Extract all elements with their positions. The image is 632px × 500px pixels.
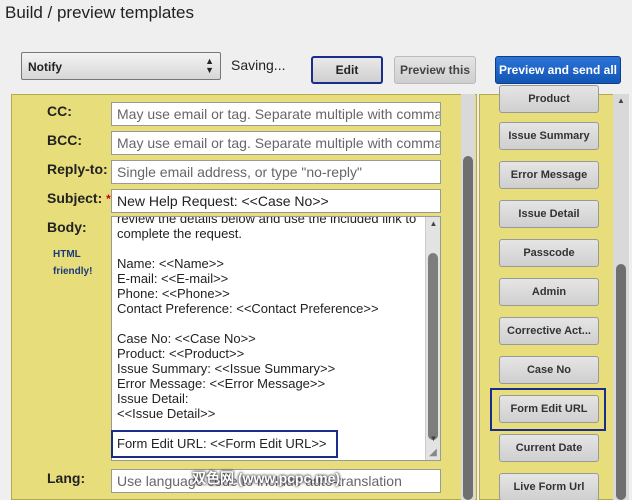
lang-label: Lang:: [47, 470, 86, 486]
body-scroll-thumb[interactable]: [428, 253, 438, 440]
merge-field-button-error-message[interactable]: Error Message: [499, 161, 599, 189]
merge-field-button-case-no[interactable]: Case No: [499, 356, 599, 384]
body-line: E-mail: <<E-mail>>: [117, 271, 229, 286]
body-textarea[interactable]: review the details below and use the inc…: [111, 216, 441, 461]
merge-field-button-current-date[interactable]: Current Date: [499, 434, 599, 462]
body-line: Error Message: <<Error Message>>: [117, 376, 326, 391]
side-scroll-thumb[interactable]: [616, 264, 626, 500]
preview-this-button[interactable]: Preview this: [394, 56, 476, 84]
bcc-label: BCC:: [47, 132, 82, 148]
merge-field-button-corrective-act[interactable]: Corrective Act...: [499, 317, 599, 345]
body-scrollbar[interactable]: ▲ ▼: [425, 217, 440, 460]
body-line: Product: <<Product>>: [117, 346, 245, 361]
body-line: Phone: <<Phone>>: [117, 286, 230, 301]
body-line: Case No: <<Case No>>: [117, 331, 256, 346]
watermark: 双色网 (www.pcpc.me): [192, 470, 341, 486]
subject-label: Subject: *: [47, 190, 111, 206]
bcc-input[interactable]: May use email or tag. Separate multiple …: [111, 131, 441, 155]
merge-field-button-passcode[interactable]: Passcode: [499, 239, 599, 267]
body-line: [117, 241, 425, 256]
body-line: Issue Summary: <<Issue Summary>>: [117, 361, 336, 376]
body-line: <<Issue Detail>>: [117, 406, 216, 421]
subject-input[interactable]: New Help Request: <<Case No>>: [111, 189, 441, 213]
resize-grip-icon[interactable]: ◢: [427, 447, 439, 459]
preview-and-send-all-button[interactable]: Preview and send all: [495, 56, 621, 84]
reply-to-input[interactable]: Single email address, or type "no-reply": [111, 160, 441, 184]
body-line: complete the request.: [117, 226, 243, 241]
body-line: Form Edit URL: <<Form Edit URL>>: [117, 436, 327, 451]
body-line: [117, 316, 425, 331]
saving-status: Saving...: [231, 57, 286, 73]
body-line: [117, 421, 425, 436]
merge-field-button-form-edit-url[interactable]: Form Edit URL: [499, 395, 599, 423]
merge-field-button-issue-summary[interactable]: Issue Summary: [499, 122, 599, 150]
side-scrollbar[interactable]: ▲: [613, 94, 629, 500]
body-line: Name: <<Name>>: [117, 256, 224, 271]
body-line: review the details below and use the inc…: [117, 216, 417, 226]
merge-field-button-admin[interactable]: Admin: [499, 278, 599, 306]
edit-button[interactable]: Edit: [311, 56, 383, 84]
page-title: Build / preview templates: [5, 3, 194, 22]
body-line: Contact Preference: <<Contact Preference…: [117, 301, 379, 316]
merge-field-button-issue-detail[interactable]: Issue Detail: [499, 200, 599, 228]
merge-field-button-live-form-url[interactable]: Live Form Url: [499, 473, 599, 500]
cc-label: CC:: [47, 103, 72, 119]
body-text: review the details below and use the inc…: [117, 216, 425, 451]
subject-label-text: Subject:: [47, 190, 103, 206]
html-friendly-note-line1: HTML: [53, 249, 81, 260]
scroll-down-icon[interactable]: ▼: [426, 432, 440, 446]
cc-input[interactable]: May use email or tag. Separate multiple …: [111, 102, 441, 126]
reply-to-label: Reply-to:: [47, 161, 108, 177]
template-select-value: Notify: [28, 60, 62, 74]
updown-arrows-icon: ▲ ▼: [205, 56, 214, 75]
form-scrollbar[interactable]: [461, 94, 475, 500]
template-select[interactable]: Notify ▲ ▼: [21, 52, 221, 80]
merge-field-button-product[interactable]: Product: [499, 85, 599, 113]
html-friendly-note-line2: friendly!: [53, 266, 93, 277]
form-scroll-thumb[interactable]: [463, 156, 473, 500]
body-line: Issue Detail:: [117, 391, 189, 406]
body-label: Body:: [47, 219, 87, 235]
scroll-up-icon[interactable]: ▲: [613, 94, 629, 108]
scroll-up-icon[interactable]: ▲: [426, 217, 440, 231]
